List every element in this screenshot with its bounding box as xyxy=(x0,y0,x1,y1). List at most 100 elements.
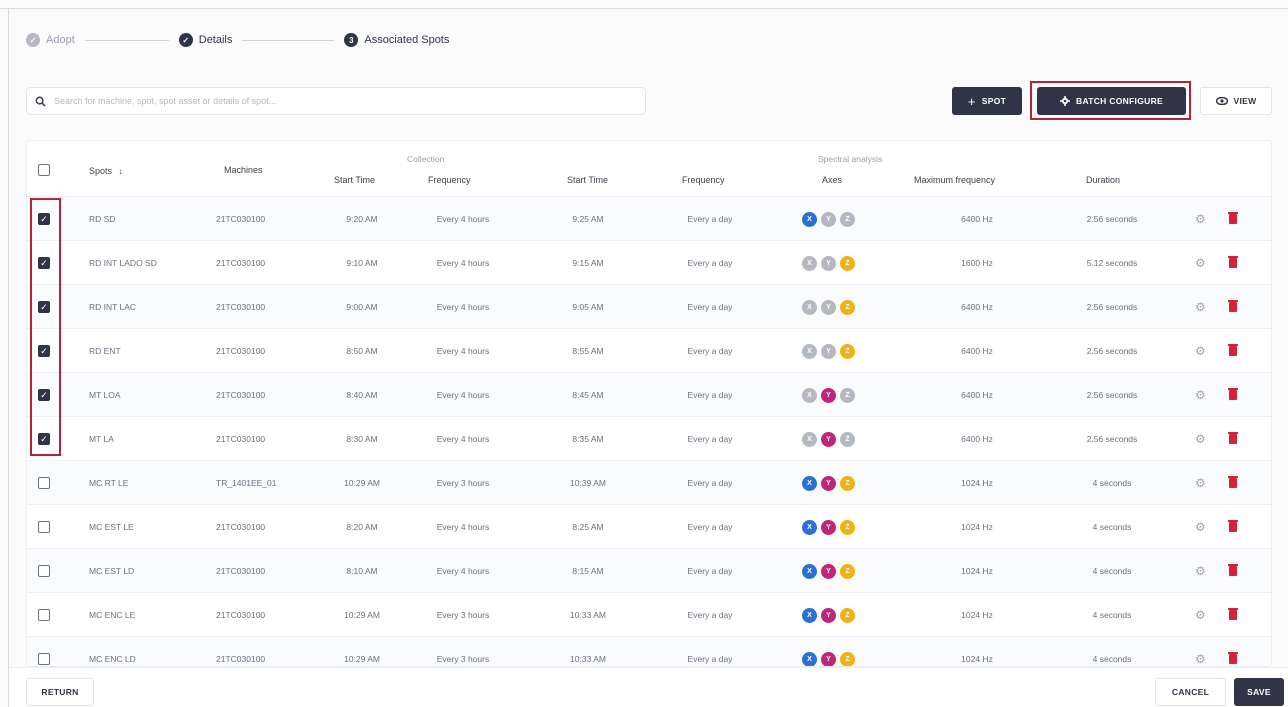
row-checkbox[interactable]: ✓ xyxy=(38,257,50,269)
settings-gear-icon[interactable]: ⚙ xyxy=(1195,373,1206,417)
return-button[interactable]: RETURN xyxy=(26,678,94,706)
table-row[interactable]: MC EST LD 21TC030100 8:10 AM Every 4 hours 8… xyxy=(27,548,1271,593)
axis-y-badge: Y xyxy=(821,475,836,491)
row-checkbox[interactable] xyxy=(38,565,50,577)
start-time-cell: 10:33 AM xyxy=(570,654,606,664)
table-row[interactable]: MC RT LE TR_1401EE_01 10:29 AM Every 3 hour… xyxy=(27,460,1271,505)
settings-gear-icon[interactable]: ⚙ xyxy=(1195,197,1206,241)
settings-gear-icon[interactable]: ⚙ xyxy=(1195,417,1206,461)
frequency-cell: Every a day xyxy=(687,654,733,664)
table-row[interactable]: MC ENC LE 21TC030100 10:29 AM Every 3 hours… xyxy=(27,592,1271,637)
settings-gear-icon[interactable]: ⚙ xyxy=(1195,285,1206,329)
row-checkbox[interactable]: ✓ xyxy=(38,301,50,313)
axes-cell: XYZ xyxy=(802,549,855,593)
delete-button[interactable] xyxy=(1228,285,1238,329)
delete-button[interactable] xyxy=(1228,549,1238,593)
duration-cell: 2.56 seconds xyxy=(1086,390,1138,400)
start-time-cell: 9:00 AM xyxy=(346,302,378,312)
start-time-cell: 8:20 AM xyxy=(346,522,378,532)
trash-icon xyxy=(1228,388,1238,400)
eye-icon xyxy=(1215,97,1228,105)
add-spot-button[interactable]: + SPOT xyxy=(952,87,1022,115)
step-adopt[interactable]: ✓ Adopt xyxy=(26,33,75,47)
row-checkbox[interactable]: ✓ xyxy=(38,389,50,401)
select-all-checkbox[interactable] xyxy=(38,164,50,176)
table-row[interactable]: MC ENC LD 21TC030100 10:29 AM Every 3 hours… xyxy=(27,636,1271,666)
delete-button[interactable] xyxy=(1228,593,1238,637)
delete-button[interactable] xyxy=(1228,373,1238,417)
start-time-cell: 8:40 AM xyxy=(346,390,378,400)
delete-button[interactable] xyxy=(1228,505,1238,549)
axis-y-badge: Y xyxy=(821,607,836,623)
frequency-cell: Every a day xyxy=(687,478,733,488)
start-time-cell: 8:45 AM xyxy=(572,390,604,400)
table-row[interactable]: ✓ RD INT LADO SD 21TC030100 9:10 AM Every 4 … xyxy=(27,240,1271,285)
table-row[interactable]: ✓ RD SD 21TC030100 9:20 AM Every 4 hours 9:25… xyxy=(27,196,1271,241)
row-checkbox[interactable] xyxy=(38,477,50,489)
spectral-group-header: Spectral analysis xyxy=(818,154,883,164)
trash-icon xyxy=(1228,520,1238,532)
table-row[interactable]: ✓ MT LA 21TC030100 8:30 AM Every 4 hours 8:35… xyxy=(27,416,1271,461)
frequency-cell: Every 4 hours xyxy=(436,346,490,356)
app-frame: ✓ Adopt ✓ Details 3 Associated Spots + S… xyxy=(0,0,1288,707)
row-checkbox[interactable]: ✓ xyxy=(38,345,50,357)
step-associated-spots[interactable]: 3 Associated Spots xyxy=(344,33,449,47)
delete-button[interactable] xyxy=(1228,461,1238,505)
max-frequency-cell: 1024 Hz xyxy=(961,654,993,664)
settings-gear-icon[interactable]: ⚙ xyxy=(1195,461,1206,505)
delete-button[interactable] xyxy=(1228,637,1238,666)
row-checkbox[interactable] xyxy=(38,653,50,665)
view-button[interactable]: VIEW xyxy=(1200,87,1272,115)
batch-configure-button[interactable]: BATCH CONFIGURE xyxy=(1037,87,1186,115)
duration-cell: 2.56 seconds xyxy=(1086,302,1138,312)
search-box[interactable] xyxy=(26,87,646,115)
frequency-cell: Every 3 hours xyxy=(436,654,490,664)
delete-button[interactable] xyxy=(1228,197,1238,241)
settings-gear-icon[interactable]: ⚙ xyxy=(1195,549,1206,593)
frequency-cell: Every 4 hours xyxy=(436,434,490,444)
axis-z-badge: Z xyxy=(840,387,855,403)
row-checkbox[interactable] xyxy=(38,521,50,533)
axes-cell: XYZ xyxy=(802,505,855,549)
start-time-cell: 10:33 AM xyxy=(570,610,606,620)
row-checkbox[interactable]: ✓ xyxy=(38,213,50,225)
axis-x-badge: X xyxy=(802,651,817,666)
axis-x-badge: X xyxy=(802,387,817,403)
sort-down-icon: ↓ xyxy=(118,166,124,176)
delete-button[interactable] xyxy=(1228,241,1238,285)
frequency-cell: Every 4 hours xyxy=(436,390,490,400)
delete-button[interactable] xyxy=(1228,329,1238,373)
delete-button[interactable] xyxy=(1228,417,1238,461)
trash-icon xyxy=(1228,564,1238,576)
axis-x-badge: X xyxy=(802,475,817,491)
axis-z-badge: Z xyxy=(840,431,855,447)
row-checkbox[interactable]: ✓ xyxy=(38,433,50,445)
table-row[interactable]: ✓ MT LOA 21TC030100 8:40 AM Every 4 hours 8:4… xyxy=(27,372,1271,417)
duration-cell: 4 seconds xyxy=(1092,478,1132,488)
frequency-cell: Every a day xyxy=(687,214,733,224)
frequency-cell: Every 4 hours xyxy=(436,258,490,268)
column-header-frequency: Frequency xyxy=(682,175,725,185)
save-button[interactable]: SAVE xyxy=(1234,678,1284,706)
settings-gear-icon[interactable]: ⚙ xyxy=(1195,241,1206,285)
row-checkbox[interactable] xyxy=(38,609,50,621)
table-row[interactable]: MC EST LE 21TC030100 8:20 AM Every 4 hours 8… xyxy=(27,504,1271,549)
settings-gear-icon[interactable]: ⚙ xyxy=(1195,505,1206,549)
trash-icon xyxy=(1228,256,1238,268)
view-label: VIEW xyxy=(1233,96,1257,106)
column-header-spots[interactable]: Spots ↓ xyxy=(89,166,123,176)
gear-icon xyxy=(1060,96,1070,106)
step-details[interactable]: ✓ Details xyxy=(178,33,232,47)
collection-group-header: Collection xyxy=(407,154,445,164)
settings-gear-icon[interactable]: ⚙ xyxy=(1195,637,1206,666)
search-input[interactable] xyxy=(54,96,634,106)
settings-gear-icon[interactable]: ⚙ xyxy=(1195,329,1206,373)
duration-cell: 4 seconds xyxy=(1092,654,1132,664)
axis-z-badge: Z xyxy=(840,299,855,315)
table-row[interactable]: ✓ RD INT LAC 21TC030100 9:00 AM Every 4 hour… xyxy=(27,284,1271,329)
start-time-cell: 8:50 AM xyxy=(346,346,378,356)
max-frequency-cell: 6400 Hz xyxy=(961,346,993,356)
cancel-button[interactable]: CANCEL xyxy=(1155,678,1226,706)
table-row[interactable]: ✓ RD ENT 21TC030100 8:50 AM Every 4 hours 8:5… xyxy=(27,328,1271,373)
settings-gear-icon[interactable]: ⚙ xyxy=(1195,593,1206,637)
